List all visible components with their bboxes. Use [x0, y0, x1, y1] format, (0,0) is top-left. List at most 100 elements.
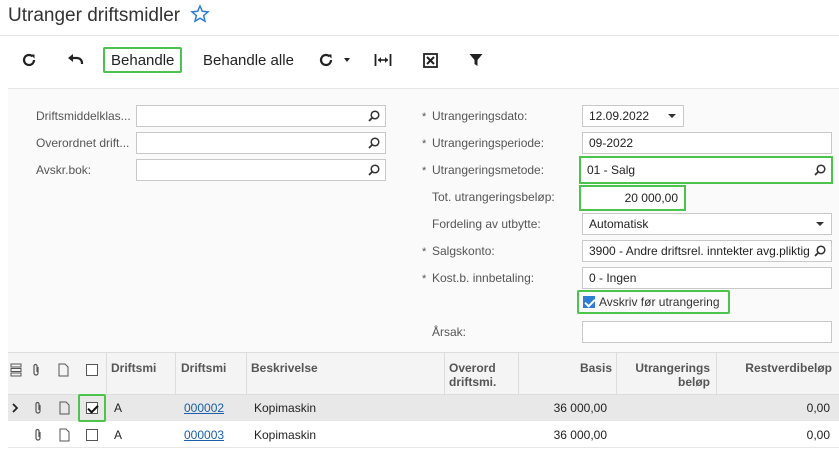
col-header-asset[interactable]: Driftsmi [181, 361, 226, 375]
disposal-method-field[interactable]: 01 - Salg [579, 156, 833, 184]
checkbox-checked[interactable] [583, 296, 595, 308]
disposal-period-label: Utrangeringsperiode: [432, 136, 545, 150]
disposal-form: Driftsmiddelklas... Overordnet drift... … [8, 88, 839, 352]
export-excel-icon [422, 52, 438, 68]
actions-dropdown-icon [319, 53, 350, 67]
behandle-button[interactable]: Behandle [103, 47, 183, 73]
col-separator [106, 353, 107, 395]
disposal-period-field[interactable]: 09-2022 [582, 132, 832, 154]
row-selector-icon[interactable] [10, 363, 22, 377]
cell-basis: 36 000,00 [553, 401, 607, 415]
required-marker: * [422, 246, 427, 258]
table-row[interactable]: A 000002 Kopimaskin 36 000,00 0,00 [8, 394, 839, 422]
col-header-parent-line1: Overord [449, 361, 496, 375]
col-separator [518, 353, 519, 395]
parent-asset-field[interactable] [136, 132, 386, 154]
fit-width-button[interactable] [370, 48, 396, 72]
search-icon[interactable] [363, 133, 385, 153]
filter-button[interactable] [463, 48, 489, 72]
col-header-disposal-line2: beløp [678, 375, 710, 389]
search-icon[interactable] [809, 241, 831, 261]
disposal-date-field[interactable]: 12.09.2022 [582, 105, 684, 127]
col-separator [716, 353, 717, 395]
favorite-star-icon[interactable] [190, 4, 210, 24]
search-icon[interactable] [363, 160, 385, 180]
col-separator [616, 353, 617, 395]
row-select-checkbox[interactable] [86, 429, 98, 441]
note-icon[interactable] [59, 401, 70, 415]
cell-class: A [114, 401, 123, 415]
parent-asset-label: Overordnet drift... [36, 136, 130, 150]
col-header-parent[interactable]: Overord driftsmi. [449, 361, 496, 389]
cell-description: Kopimaskin [254, 401, 317, 415]
reason-field[interactable] [582, 321, 832, 343]
refresh-button[interactable] [16, 48, 42, 72]
col-header-class[interactable]: Driftsmi [111, 361, 156, 375]
proceeds-sub-label: Kost.b. innbetaling: [432, 271, 535, 285]
reason-label: Årsak: [432, 325, 467, 339]
refresh-icon [22, 53, 36, 67]
proceeds-allocation-select[interactable]: Automatisk [582, 213, 832, 235]
assets-grid: Driftsmi Driftsmi Beskrivelse Overord dr… [8, 352, 839, 454]
depreciate-before-checkbox[interactable]: Avskriv før utrangering [577, 290, 730, 314]
search-icon[interactable] [363, 106, 385, 126]
proceeds-account-label: Salgskonto: [432, 244, 495, 258]
grid-header: Driftsmi Driftsmi Beskrivelse Overord dr… [8, 353, 839, 395]
col-separator [444, 353, 445, 395]
fit-width-icon [374, 54, 392, 66]
disposal-amount-label: Tot. utrangeringsbeløp: [432, 190, 555, 204]
cell-basis: 36 000,00 [553, 428, 607, 442]
proceeds-account-field[interactable]: 3900 - Andre driftsrel. inntekter avg.pl… [582, 240, 832, 262]
behandle-label: Behandle [111, 51, 175, 69]
search-icon[interactable] [809, 160, 831, 180]
asset-class-field[interactable] [136, 105, 386, 127]
attachment-icon [33, 363, 39, 376]
col-separator [175, 353, 176, 395]
required-marker: * [422, 273, 427, 285]
cell-class: A [114, 428, 123, 442]
cell-asset-link[interactable]: 000002 [184, 401, 224, 415]
row-select-highlight[interactable] [78, 394, 106, 422]
required-marker: * [422, 138, 427, 150]
attachment-icon[interactable] [33, 401, 43, 415]
col-header-disposal-amount[interactable]: Utrangerings beløp [620, 361, 710, 389]
col-header-residual[interactable]: Restverdibeløp [720, 361, 832, 375]
row-pointer-icon [12, 403, 18, 413]
book-label: Avskr.bok: [36, 163, 92, 177]
table-row[interactable]: A 000003 Kopimaskin 36 000,00 0,00 [8, 422, 839, 448]
cell-residual: 0,00 [806, 401, 830, 415]
cell-description: Kopimaskin [254, 428, 317, 442]
disposal-method-label: Utrangeringsmetode: [432, 163, 545, 177]
chevron-down-icon[interactable] [809, 214, 831, 234]
book-field[interactable] [136, 159, 386, 181]
attachment-icon[interactable] [33, 428, 43, 442]
asset-class-label: Driftsmiddelklas... [36, 109, 131, 123]
export-excel-button[interactable] [417, 48, 443, 72]
proceeds-sub-field[interactable]: 0 - Ingen [582, 267, 832, 289]
behandle-alle-label: Behandle alle [203, 51, 294, 69]
proceeds-allocation-label: Fordeling av utbytte: [432, 217, 541, 231]
select-all-checkbox[interactable] [86, 364, 98, 376]
disposal-date-label: Utrangeringsdato: [432, 109, 528, 123]
col-header-parent-line2: driftsmi. [449, 375, 497, 389]
actions-dropdown-button[interactable] [318, 48, 354, 72]
note-icon[interactable] [59, 428, 70, 442]
col-header-basis[interactable]: Basis [528, 361, 612, 375]
undo-button[interactable] [62, 48, 90, 72]
disposal-amount-field[interactable]: 20 000,00 [579, 185, 686, 211]
col-header-description[interactable]: Beskrivelse [251, 361, 318, 375]
note-icon [58, 363, 69, 377]
filter-icon [469, 54, 483, 66]
page-title: Utranger driftsmidler [8, 5, 181, 26]
behandle-alle-button[interactable]: Behandle alle [197, 48, 300, 72]
required-marker: * [422, 111, 427, 123]
undo-icon [68, 54, 84, 64]
row-select-checkbox[interactable] [86, 402, 98, 414]
col-separator [246, 353, 247, 395]
cell-asset-link[interactable]: 000003 [184, 428, 224, 442]
title-bar: Utranger driftsmidler [0, 0, 839, 36]
chevron-down-icon[interactable] [661, 106, 683, 126]
col-header-disposal-line1: Utrangerings [635, 361, 710, 375]
toolbar: Behandle Behandle alle [0, 40, 839, 78]
required-marker: * [422, 165, 427, 177]
